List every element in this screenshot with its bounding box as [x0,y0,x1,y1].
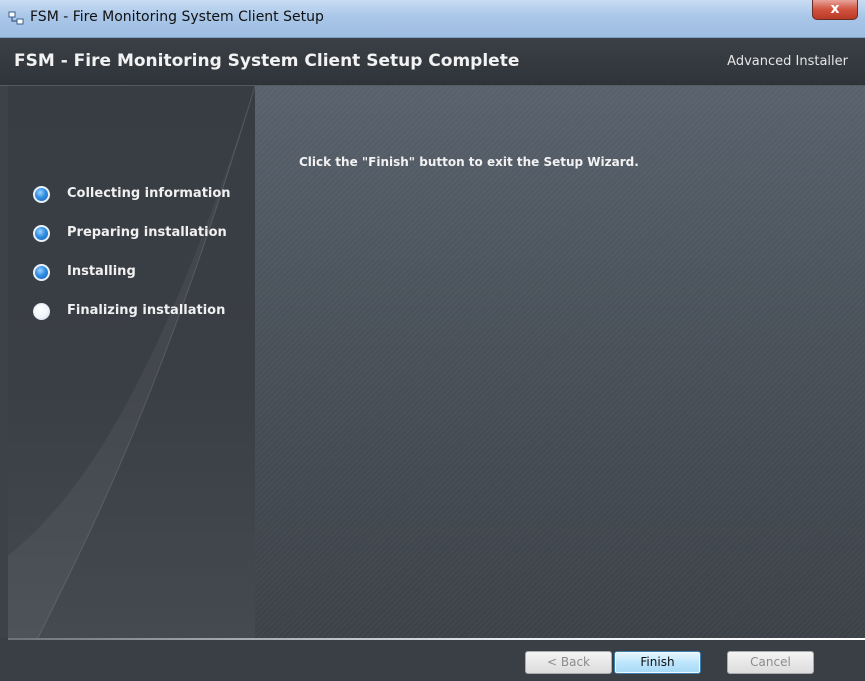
window-title: FSM - Fire Monitoring System Client Setu… [30,9,324,25]
finish-instruction-text: Click the "Finish" button to exit the Se… [299,155,639,169]
content-panel: Click the "Finish" button to exit the Se… [255,86,865,638]
finish-button[interactable]: Finish [614,651,701,674]
page-header: FSM - Fire Monitoring System Client Setu… [0,38,865,86]
page-title: FSM - Fire Monitoring System Client Setu… [14,51,520,71]
window-left-border [0,86,8,638]
title-bar[interactable]: FSM - Fire Monitoring System Client Setu… [0,0,865,38]
back-button[interactable]: < Back [525,651,612,674]
progress-sidebar: Collecting information Preparing install… [8,86,255,638]
step-current-icon [33,303,50,320]
step-complete-icon [33,264,50,281]
step-complete-icon [33,225,50,242]
setup-app-icon [8,11,24,25]
step-complete-icon [33,186,50,203]
step-label: Finalizing installation [67,303,226,318]
close-button[interactable]: x [812,0,858,20]
decorative-curve [8,86,255,638]
cancel-button[interactable]: Cancel [727,651,814,674]
step-label: Preparing installation [67,225,227,240]
step-label: Installing [67,264,136,279]
step-label: Collecting information [67,186,231,201]
brand-label: Advanced Installer [727,54,848,69]
